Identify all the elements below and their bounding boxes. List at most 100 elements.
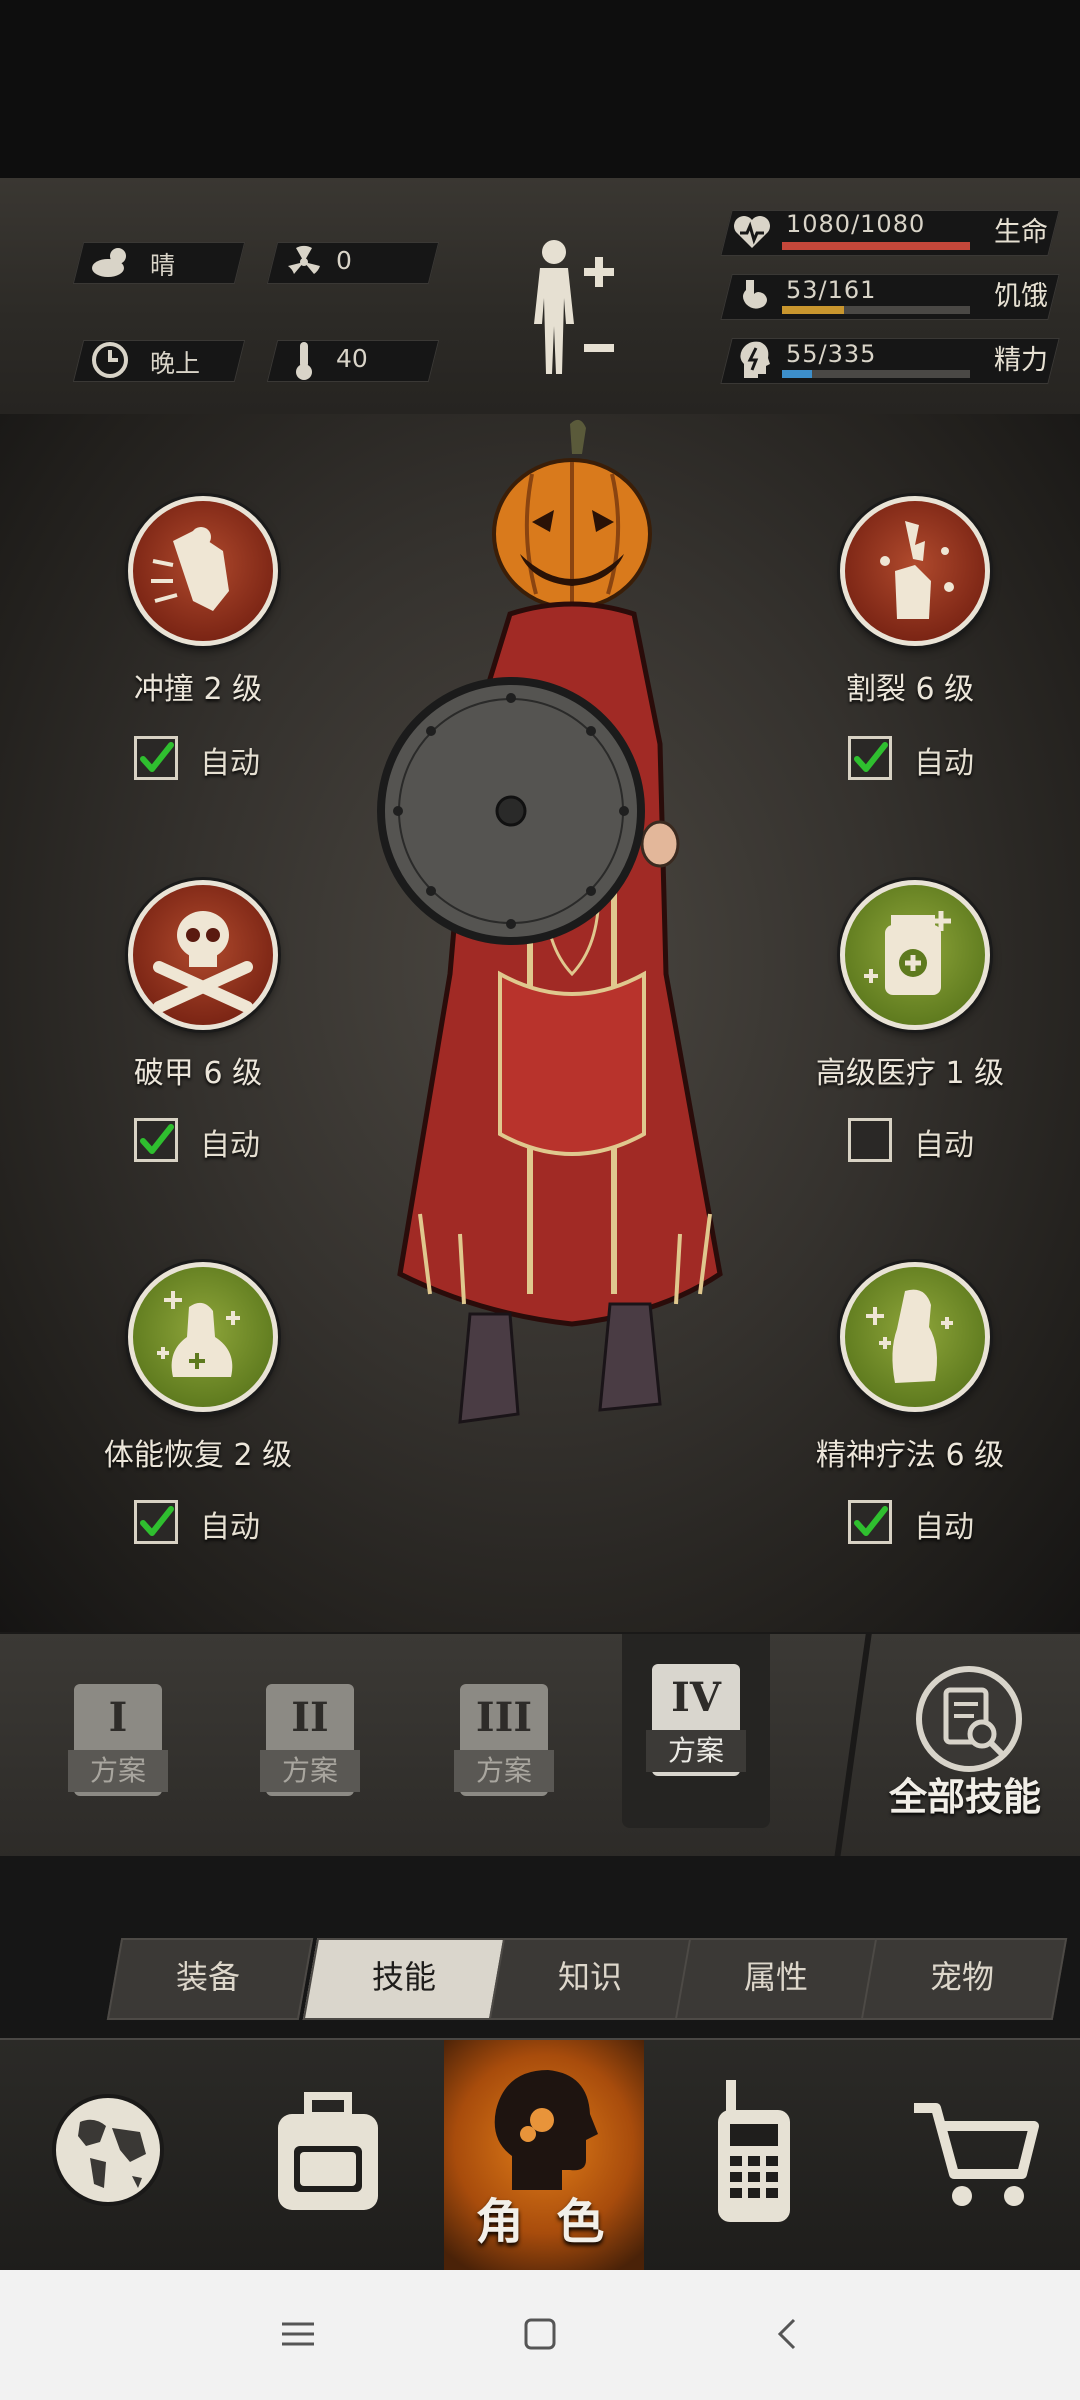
tab-skills[interactable]: 技能 [310,1938,498,2016]
skill-laceration[interactable] [840,496,990,646]
skill-stamina-recovery-name: 体能恢复 2 级 [103,1438,293,1473]
plan-button-1[interactable]: I 方案 [60,1674,180,1814]
vital-energy-label: 精力 [994,345,1048,376]
skill-stamina-recovery-auto-checkbox[interactable] [134,1500,178,1544]
skill-charge[interactable] [128,496,278,646]
character-scene: 冲撞 2 级 自动 割裂 6 级 自动 破甲 6 级 自动 高级医疗 1 级 自… [0,414,1080,1632]
character-figure [397,419,723,1424]
nav-inventory-button[interactable] [220,2040,444,2272]
skill-charge-auto-checkbox[interactable] [134,736,178,780]
plan-3-number: III [475,1694,533,1741]
round-shield [377,677,645,945]
clock-icon [92,342,128,378]
plan-3-label: 方案 [454,1750,554,1792]
tab-equipment[interactable]: 装备 [114,1938,302,2016]
weather-value: 晴 [150,251,176,280]
stamina-recovery-icon [157,1291,240,1377]
nav-character-button[interactable]: 角 色 [444,2040,644,2272]
top-strip [0,0,1080,178]
nav-character-label: 角 色 [475,2194,613,2250]
radiation-value: 0 [336,246,352,275]
skill-advanced-medicine-auto-label: 自动 [914,1128,974,1163]
skill-charge-name: 冲撞 2 级 [133,672,263,707]
skill-armor-break-auto-checkbox[interactable] [134,1118,178,1162]
all-skills-label: 全部技能 [888,1775,1041,1819]
status-panel: 晴 0 晚上 40 1080/1080 生命 53/161 饥饿 55/335 … [0,178,1080,417]
radiation-icon [288,245,320,274]
plan-button-3[interactable]: III 方案 [446,1674,566,1814]
skull-crossbones-icon [153,911,253,1013]
skill-mental-therapy-auto-label: 自动 [914,1510,974,1545]
skill-stamina-recovery-auto-label: 自动 [200,1510,260,1545]
skill-armor-break-name: 破甲 6 级 [133,1056,263,1091]
tab-bar: 装备 技能 知识 属性 宠物 [0,1856,1080,2038]
plan-4-number: IV [671,1674,721,1721]
skill-armor-break-auto-label: 自动 [200,1128,260,1163]
system-navigation-bar [0,2270,1080,2400]
body-status-icon[interactable] [520,234,620,384]
vital-hp-label: 生命 [994,217,1048,248]
tab-pets[interactable]: 宠物 [868,1938,1056,2016]
stomach-icon [743,280,767,309]
skill-laceration-auto-checkbox[interactable] [848,736,892,780]
nav-map-button[interactable] [0,2040,220,2272]
vital-energy-bar [782,370,970,378]
checkmark-icon [140,1506,174,1536]
temperature-value: 40 [336,344,368,373]
charge-icon [151,527,229,611]
vital-hp-bar [782,242,970,250]
checkmark-icon [854,1506,888,1536]
skill-charge-auto-label: 自动 [200,746,260,781]
globe-icon [52,2094,164,2206]
time-value: 晚上 [150,349,201,378]
document-search-icon [916,1666,1022,1772]
checkmark-icon [140,742,174,772]
skill-mental-therapy-auto-checkbox[interactable] [848,1500,892,1544]
plan-divider [834,1634,872,1858]
bottom-navigation: 角 色 [0,2038,1080,2272]
plan-1-number: I [108,1694,128,1741]
plan-4-label: 方案 [646,1730,746,1772]
all-skills-button[interactable]: 全部技能 [870,1664,1060,1824]
plan-bar: I 方案 II 方案 III 方案 IV 方案 全部技能 [0,1632,1080,1860]
plan-button-2[interactable]: II 方案 [252,1674,372,1814]
skill-mental-therapy-name: 精神疗法 6 级 [815,1438,1005,1473]
home-icon[interactable] [522,2316,558,2352]
skill-advanced-medicine[interactable] [840,880,990,1030]
plan-2-label: 方案 [260,1750,360,1792]
skill-armor-break[interactable] [128,880,278,1030]
nav-radio-button[interactable] [644,2040,864,2272]
skill-advanced-medicine-name: 高级医疗 1 级 [815,1056,1005,1091]
plan-2-number: II [291,1694,329,1741]
checkmark-icon [854,742,888,772]
plan-button-4[interactable]: IV 方案 [638,1654,758,1794]
plan-1-label: 方案 [68,1750,168,1792]
medicine-icon [864,911,951,995]
skill-advanced-medicine-auto-checkbox[interactable] [848,1118,892,1162]
menu-icon[interactable] [280,2316,316,2352]
backpack-icon [278,2092,378,2210]
thermometer-icon [296,342,312,380]
laceration-icon [880,521,954,619]
head-energy-icon [740,341,770,378]
radio-icon [718,2080,790,2222]
tab-attributes[interactable]: 属性 [682,1938,870,2016]
tab-knowledge[interactable]: 知识 [496,1938,684,2016]
mental-therapy-icon [866,1289,953,1383]
vital-energy-value: 55/335 [786,340,877,368]
cloud-sun-icon [92,248,126,277]
skill-stamina-recovery[interactable] [128,1262,278,1412]
checkmark-icon [140,1124,174,1154]
vital-hunger-label: 饥饿 [994,281,1048,312]
vital-hunger-value: 53/161 [786,276,877,304]
skill-laceration-auto-label: 自动 [914,746,974,781]
character-icon [494,2070,598,2190]
skill-mental-therapy[interactable] [840,1262,990,1412]
cart-icon [914,2103,1039,2206]
back-icon[interactable] [770,2316,806,2352]
nav-shop-button[interactable] [864,2040,1080,2272]
heart-icon [734,216,770,248]
skill-laceration-name: 割裂 6 级 [845,672,975,707]
vital-hp-value: 1080/1080 [786,210,926,238]
vital-hunger-bar [782,306,970,314]
